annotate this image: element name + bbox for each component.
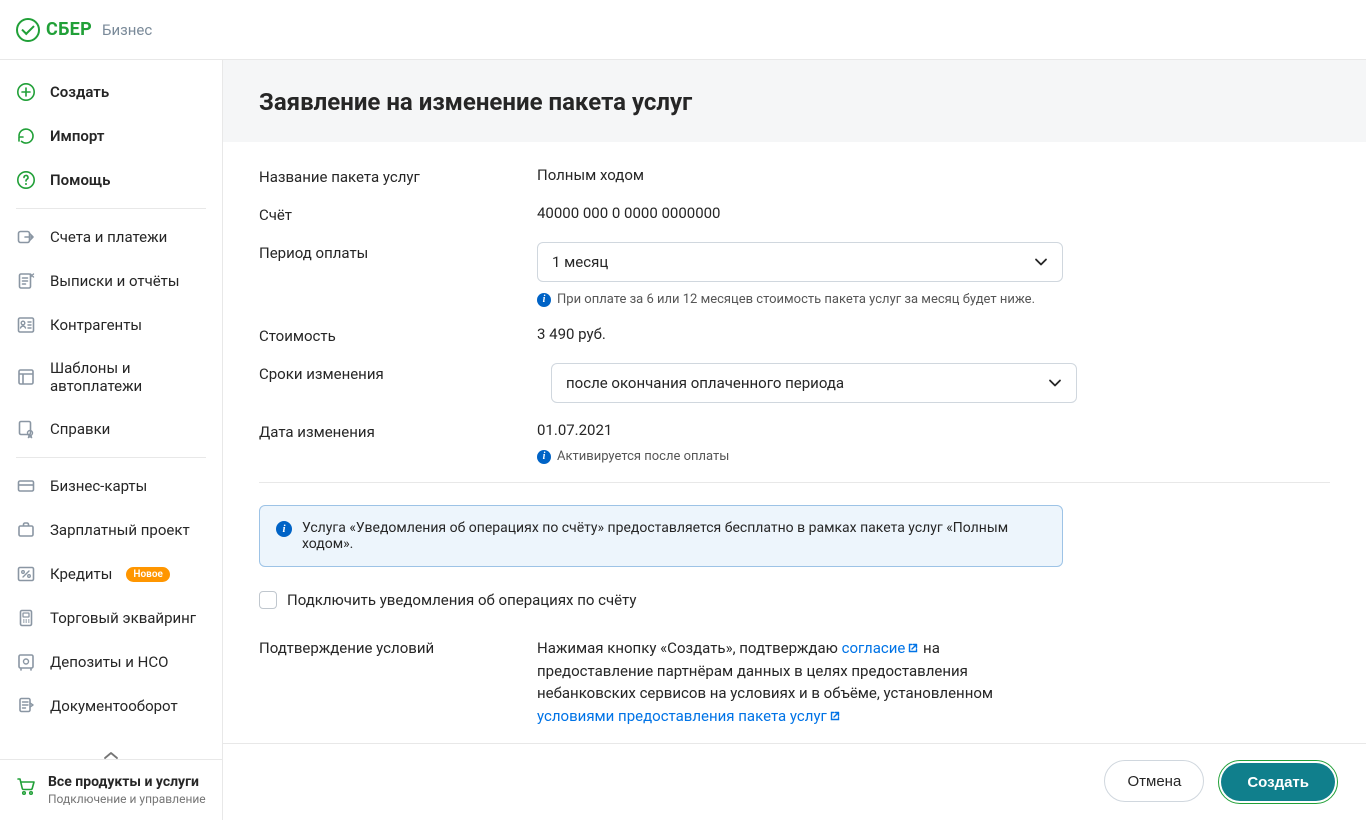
- label-account: Счёт: [259, 204, 537, 224]
- sidebar-label: Выписки и отчёты: [50, 272, 180, 290]
- footer-title: Все продукты и услуги: [48, 774, 206, 790]
- info-icon: i: [537, 293, 551, 307]
- sidebar-label: Справки: [50, 420, 110, 438]
- sidebar-label: Бизнес-карты: [50, 477, 147, 495]
- footer-sub: Подключение и управление: [48, 792, 206, 806]
- terminal-icon: [16, 608, 36, 628]
- sidebar-label: Создать: [50, 83, 109, 101]
- sidebar-label: Счета и платежи: [50, 228, 167, 246]
- form-footer: Отмена Создать: [223, 743, 1366, 820]
- info-icon: i: [537, 450, 551, 464]
- arrow-out-icon: [16, 227, 36, 247]
- sidebar-create[interactable]: Создать: [0, 70, 222, 114]
- cancel-button[interactable]: Отмена: [1104, 760, 1204, 802]
- sidebar-label: Зарплатный проект: [50, 521, 190, 539]
- sidebar-label: Шаблоны и автоплатежи: [50, 359, 206, 395]
- notifications-checkbox-row[interactable]: Подключить уведомления об операциях по с…: [259, 591, 1330, 609]
- sidebar-cards[interactable]: Бизнес-карты: [0, 464, 222, 508]
- sidebar-payroll[interactable]: Зарплатный проект: [0, 508, 222, 552]
- external-link-icon: [907, 642, 919, 654]
- sidebar-label: Контрагенты: [50, 316, 142, 334]
- info-icon: i: [276, 521, 292, 537]
- divider: [259, 482, 1330, 483]
- sidebar-help[interactable]: Помощь: [0, 158, 222, 202]
- value-cost: 3 490 руб.: [537, 325, 1330, 343]
- period-hint: i При оплате за 6 или 12 месяцев стоимос…: [537, 292, 1330, 307]
- label-change-date: Дата изменения: [259, 421, 537, 441]
- external-link-icon: [829, 710, 841, 722]
- chevron-down-icon: [1034, 258, 1048, 266]
- logo-brand: СБЕР: [46, 19, 92, 40]
- select-change-terms[interactable]: после окончания оплаченного периода: [551, 363, 1077, 403]
- sidebar-label: Торговый эквайринг: [50, 609, 196, 627]
- confirmation-text: Нажимая кнопку «Создать», подтверждаю со…: [537, 637, 1047, 727]
- logo[interactable]: СБЕР Бизнес: [16, 18, 152, 42]
- checkbox-label: Подключить уведомления об операциях по с…: [287, 591, 636, 609]
- sidebar-label: Кредиты: [50, 565, 112, 583]
- document-icon: [16, 271, 36, 291]
- label-confirmation: Подтверждение условий: [259, 637, 537, 657]
- sidebar-acquiring[interactable]: Торговый эквайринг: [0, 596, 222, 640]
- page-title: Заявление на изменение пакета услуг: [259, 88, 1330, 116]
- sidebar-statements[interactable]: Выписки и отчёты: [0, 259, 222, 303]
- safe-icon: [16, 652, 36, 672]
- select-value: 1 месяц: [552, 253, 608, 271]
- card-icon: [16, 476, 36, 496]
- consent-link[interactable]: согласие: [842, 639, 920, 657]
- plus-circle-icon: [16, 82, 36, 102]
- new-badge: Новое: [126, 567, 169, 582]
- main-content: Заявление на изменение пакета услуг Назв…: [223, 60, 1366, 820]
- sidebar-references[interactable]: Справки: [0, 407, 222, 451]
- select-payment-period[interactable]: 1 месяц: [537, 242, 1063, 282]
- sidebar-docflow[interactable]: Документооборот: [0, 684, 222, 728]
- briefcase-icon: [16, 520, 36, 540]
- sidebar-credits[interactable]: Кредиты Новое: [0, 552, 222, 596]
- info-banner: i Услуга «Уведомления об операциях по сч…: [259, 505, 1063, 567]
- sidebar-accounts[interactable]: Счета и платежи: [0, 215, 222, 259]
- value-package-name: Полным ходом: [537, 166, 1330, 184]
- checkbox[interactable]: [259, 591, 277, 609]
- sidebar-label: Помощь: [50, 171, 110, 189]
- label-cost: Стоимость: [259, 325, 537, 345]
- question-circle-icon: [16, 170, 36, 190]
- sidebar-label: Документооборот: [50, 697, 178, 715]
- label-package-name: Название пакета услуг: [259, 166, 537, 186]
- user-list-icon: [16, 315, 36, 335]
- cart-icon: [16, 776, 36, 796]
- divider: [16, 457, 206, 458]
- percent-icon: [16, 564, 36, 584]
- sidebar-templates[interactable]: Шаблоны и автоплатежи: [0, 347, 222, 407]
- sber-check-icon: [16, 18, 40, 42]
- sidebar-label: Импорт: [50, 127, 104, 145]
- value-account: 40000 000 0 0000 0000000: [537, 204, 1330, 222]
- select-value: после окончания оплаченного периода: [566, 374, 844, 392]
- sidebar: Создать Импорт Помощь Счета и платежи: [0, 60, 223, 820]
- template-icon: [16, 367, 36, 387]
- sidebar-deposits[interactable]: Депозиты и НСО: [0, 640, 222, 684]
- sidebar-label: Депозиты и НСО: [50, 653, 168, 671]
- label-change-terms: Сроки изменения: [259, 363, 537, 383]
- logo-sub: Бизнес: [102, 21, 152, 39]
- certificate-icon: [16, 419, 36, 439]
- value-change-date: 01.07.2021: [537, 421, 1330, 439]
- sidebar-counterparties[interactable]: Контрагенты: [0, 303, 222, 347]
- chevron-down-icon: [1048, 379, 1062, 387]
- page-header: Заявление на изменение пакета услуг: [223, 60, 1366, 142]
- form-body: Название пакета услуг Полным ходом Счёт …: [223, 142, 1366, 743]
- submit-button-wrap: Создать: [1218, 760, 1338, 804]
- date-hint: i Активируется после оплаты: [537, 449, 1330, 464]
- docflow-icon: [16, 696, 36, 716]
- submit-button[interactable]: Создать: [1221, 763, 1335, 801]
- banner-text: Услуга «Уведомления об операциях по счёт…: [302, 520, 1046, 552]
- divider: [16, 208, 206, 209]
- sidebar-import[interactable]: Импорт: [0, 114, 222, 158]
- sidebar-all-products[interactable]: Все продукты и услуги Подключение и упра…: [0, 759, 222, 820]
- import-icon: [16, 126, 36, 146]
- terms-link[interactable]: условиями предоставления пакета услуг: [537, 707, 841, 725]
- label-payment-period: Период оплаты: [259, 242, 537, 262]
- app-header: СБЕР Бизнес: [0, 0, 1366, 60]
